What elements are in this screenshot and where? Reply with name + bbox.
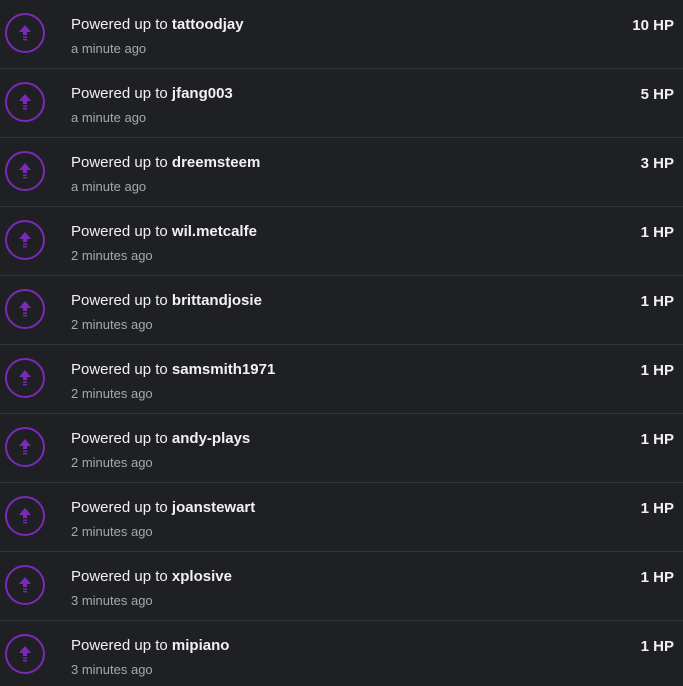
activity-amount: 1 HP xyxy=(640,638,674,655)
power-up-arrow-icon xyxy=(5,427,45,467)
activity-row[interactable]: Powered up to wil.metcalfe 2 minutes ago… xyxy=(0,207,683,276)
activity-text: Powered up to tattoodjay xyxy=(71,16,244,33)
activity-action: Powered up to xyxy=(71,292,168,309)
activity-row[interactable]: Powered up to samsmith1971 2 minutes ago… xyxy=(0,345,683,414)
activity-row[interactable]: Powered up to xplosive 3 minutes ago 1 H… xyxy=(0,552,683,621)
activity-time: a minute ago xyxy=(71,110,147,125)
activity-text: Powered up to mipiano xyxy=(71,637,229,654)
activity-time: a minute ago xyxy=(71,41,147,56)
activity-text: Powered up to xplosive xyxy=(71,568,232,585)
activity-text: Powered up to jfang003 xyxy=(71,85,233,102)
activity-user[interactable]: xplosive xyxy=(172,568,232,585)
activity-amount: 5 HP xyxy=(640,86,674,103)
activity-action: Powered up to xyxy=(71,154,168,171)
activity-row[interactable]: Powered up to jfang003 a minute ago 5 HP xyxy=(0,69,683,138)
activity-text: Powered up to samsmith1971 xyxy=(71,361,275,378)
power-up-arrow-icon xyxy=(5,82,45,122)
activity-user[interactable]: jfang003 xyxy=(172,85,233,102)
power-up-arrow-icon xyxy=(5,289,45,329)
activity-text: Powered up to wil.metcalfe xyxy=(71,223,257,240)
activity-row[interactable]: Powered up to tattoodjay a minute ago 10… xyxy=(0,0,683,69)
activity-text: Powered up to dreemsteem xyxy=(71,154,260,171)
activity-amount: 1 HP xyxy=(640,500,674,517)
activity-text: Powered up to brittandjosie xyxy=(71,292,262,309)
activity-time: 2 minutes ago xyxy=(71,524,153,539)
activity-time: 2 minutes ago xyxy=(71,455,153,470)
activity-row[interactable]: Powered up to joanstewart 2 minutes ago … xyxy=(0,483,683,552)
activity-amount: 1 HP xyxy=(640,362,674,379)
activity-time: 2 minutes ago xyxy=(71,386,153,401)
activity-user[interactable]: joanstewart xyxy=(172,499,255,516)
activity-action: Powered up to xyxy=(71,430,168,447)
activity-action: Powered up to xyxy=(71,16,168,33)
activity-user[interactable]: dreemsteem xyxy=(172,154,260,171)
power-up-arrow-icon xyxy=(5,151,45,191)
power-up-arrow-icon xyxy=(5,220,45,260)
power-up-arrow-icon xyxy=(5,496,45,536)
activity-action: Powered up to xyxy=(71,499,168,516)
activity-time: a minute ago xyxy=(71,179,147,194)
activity-time: 2 minutes ago xyxy=(71,317,153,332)
activity-user[interactable]: tattoodjay xyxy=(172,16,244,33)
activity-user[interactable]: andy-plays xyxy=(172,430,250,447)
activity-row[interactable]: Powered up to mipiano 3 minutes ago 1 HP xyxy=(0,621,683,686)
activity-list: Powered up to tattoodjay a minute ago 10… xyxy=(0,0,683,686)
power-up-arrow-icon xyxy=(5,565,45,605)
activity-user[interactable]: samsmith1971 xyxy=(172,361,275,378)
activity-action: Powered up to xyxy=(71,361,168,378)
activity-text: Powered up to joanstewart xyxy=(71,499,255,516)
activity-row[interactable]: Powered up to andy-plays 2 minutes ago 1… xyxy=(0,414,683,483)
activity-user[interactable]: mipiano xyxy=(172,637,230,654)
activity-time: 3 minutes ago xyxy=(71,662,153,677)
activity-amount: 1 HP xyxy=(640,224,674,241)
activity-action: Powered up to xyxy=(71,637,168,654)
activity-row[interactable]: Powered up to brittandjosie 2 minutes ag… xyxy=(0,276,683,345)
activity-amount: 10 HP xyxy=(632,17,674,34)
power-up-arrow-icon xyxy=(5,13,45,53)
power-up-arrow-icon xyxy=(5,358,45,398)
activity-amount: 1 HP xyxy=(640,431,674,448)
activity-amount: 1 HP xyxy=(640,293,674,310)
activity-action: Powered up to xyxy=(71,568,168,585)
activity-text: Powered up to andy-plays xyxy=(71,430,250,447)
activity-time: 3 minutes ago xyxy=(71,593,153,608)
power-up-arrow-icon xyxy=(5,634,45,674)
activity-action: Powered up to xyxy=(71,223,168,240)
activity-time: 2 minutes ago xyxy=(71,248,153,263)
activity-row[interactable]: Powered up to dreemsteem a minute ago 3 … xyxy=(0,138,683,207)
activity-amount: 1 HP xyxy=(640,569,674,586)
activity-amount: 3 HP xyxy=(640,155,674,172)
activity-user[interactable]: wil.metcalfe xyxy=(172,223,257,240)
activity-action: Powered up to xyxy=(71,85,168,102)
activity-user[interactable]: brittandjosie xyxy=(172,292,262,309)
